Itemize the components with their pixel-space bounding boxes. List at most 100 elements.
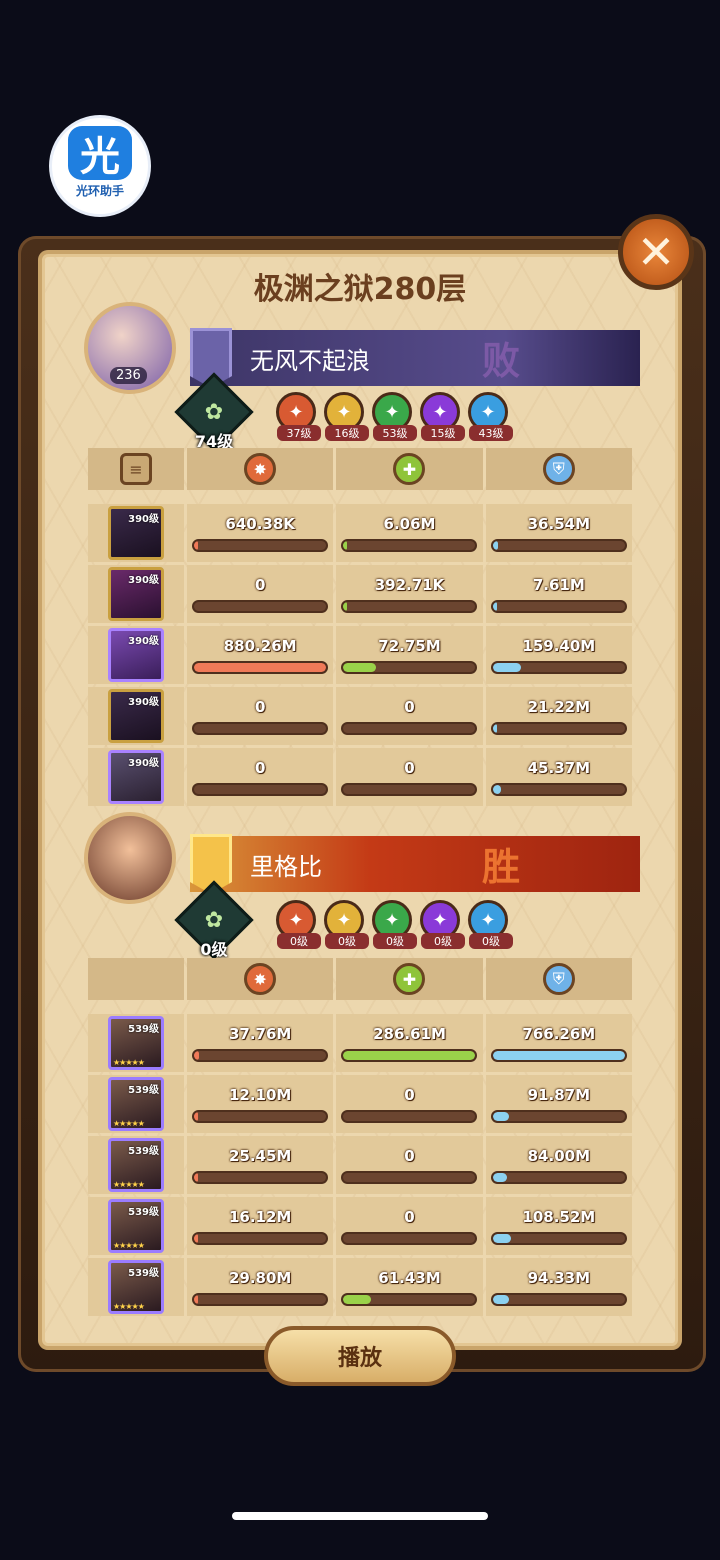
hero-portrait[interactable]: 539级 ★★★★★ xyxy=(108,1138,164,1192)
artifact-level: 0级 xyxy=(469,933,513,949)
tank-cell: 108.52M xyxy=(485,1197,632,1255)
tank-bar-fill xyxy=(492,1111,509,1121)
header-cell: ✚ xyxy=(336,448,483,490)
tank-value: 36.54M xyxy=(527,514,590,533)
damage-bar-fill xyxy=(194,1294,199,1304)
scroll-icon[interactable]: ≡ xyxy=(120,453,152,485)
tank-bar xyxy=(490,721,627,735)
hero-portrait[interactable]: 390级 xyxy=(108,628,164,682)
hero-stars: ★★★★★ xyxy=(113,1119,145,1128)
tank-value: 766.26M xyxy=(522,1024,596,1043)
damage-bar-fill xyxy=(194,1233,199,1243)
tank-cell: 766.26M xyxy=(485,1014,632,1072)
heal-bar-fill xyxy=(343,662,377,672)
heal-bar xyxy=(341,538,478,552)
damage-cell: 0 xyxy=(187,687,334,745)
heal-cell: 0 xyxy=(336,748,483,806)
artifact-level: 0级 xyxy=(277,933,321,949)
team2-artifacts: ✦ 0级 ✦ 0级 ✦ 0级 ✦ 0级 ✦ 0级 xyxy=(276,900,513,950)
tank-value: 45.37M xyxy=(527,758,590,777)
hero-level: 539级 xyxy=(128,1207,159,1218)
tank-bar xyxy=(490,1109,627,1123)
artifact-level: 15级 xyxy=(421,425,465,441)
damage-bar xyxy=(192,1109,329,1123)
heal-bar xyxy=(341,1231,478,1245)
heal-bar xyxy=(341,660,478,674)
team2-avatar[interactable] xyxy=(84,812,176,904)
damage-bar xyxy=(192,1170,329,1184)
hero-portrait[interactable]: 390级 xyxy=(108,689,164,743)
hero-portrait[interactable]: 390级 xyxy=(108,567,164,621)
hero-stars: ★★★★★ xyxy=(113,1180,145,1189)
play-button[interactable]: 播放 xyxy=(264,1326,456,1386)
hero-portrait[interactable]: 539级 ★★★★★ xyxy=(108,1260,164,1314)
home-indicator[interactable] xyxy=(232,1512,488,1520)
table-row: 390级 0 392.71K 7.61M xyxy=(88,565,632,623)
heal-value: 0 xyxy=(404,1146,415,1165)
tank-bar-fill xyxy=(492,1294,509,1304)
artifact-green-icon: ✦ 0级 xyxy=(372,900,417,949)
hero-portrait[interactable]: 539级 ★★★★★ xyxy=(108,1016,164,1070)
tank-value: 91.87M xyxy=(527,1085,590,1104)
heal-cell: 72.75M xyxy=(336,626,483,684)
damage-icon: ✸ xyxy=(244,453,277,485)
team1-banner: 无风不起浪 败 xyxy=(190,328,640,388)
hero-level: 390级 xyxy=(128,636,159,647)
damage-value: 0 xyxy=(254,697,266,716)
team2-stats-table: ✸ ✚ ⛨ 539级 ★★★★★ 37.76M 286.61M 766.26M 5… xyxy=(88,958,632,1319)
damage-bar xyxy=(192,782,329,796)
heal-icon: ✚ xyxy=(393,453,426,485)
artifact-level: 0级 xyxy=(373,933,417,949)
team1-stats-table: ≡ ✸ ✚ ⛨ 390级 640.38K 6.06M 36.54M 390级 0… xyxy=(88,448,632,809)
tank-cell: 45.37M xyxy=(485,748,632,806)
damage-value: 25.45M xyxy=(228,1146,292,1165)
heal-value: 72.75M xyxy=(378,636,441,655)
hero-cell: 539级 ★★★★★ xyxy=(88,1258,184,1316)
heal-cell: 286.61M xyxy=(336,1014,483,1072)
team1-avatar-level: 236 xyxy=(110,367,147,384)
hero-cell: 539级 ★★★★★ xyxy=(88,1197,184,1255)
heal-value: 0 xyxy=(404,758,415,777)
hero-level: 390级 xyxy=(128,575,159,586)
damage-cell: 25.45M xyxy=(187,1136,334,1194)
hero-portrait[interactable]: 390级 xyxy=(108,506,164,560)
damage-value: 16.12M xyxy=(228,1207,292,1226)
heal-value: 0 xyxy=(404,1085,415,1104)
hero-cell: 539级 ★★★★★ xyxy=(88,1014,184,1072)
hero-stars: ★★★★★ xyxy=(113,1058,145,1067)
header-cell: ✚ xyxy=(336,958,483,1000)
damage-value: 0 xyxy=(254,575,266,594)
hero-level: 539级 xyxy=(128,1024,159,1035)
hero-level: 390级 xyxy=(128,514,159,525)
header-cell: ⛨ xyxy=(485,958,632,1000)
damage-bar xyxy=(192,1231,329,1245)
team1-name: 无风不起浪 xyxy=(250,346,370,375)
heal-value: 392.71K xyxy=(374,575,445,594)
hero-portrait[interactable]: 390级 xyxy=(108,750,164,804)
tank-bar xyxy=(490,1048,627,1062)
artifact-level: 43级 xyxy=(469,425,513,441)
damage-bar xyxy=(192,721,329,735)
heal-bar xyxy=(341,1170,478,1184)
team1-avatar[interactable]: 236 xyxy=(84,302,176,394)
hero-cell: 539级 ★★★★★ xyxy=(88,1075,184,1133)
damage-value: 37.76M xyxy=(228,1024,292,1043)
table-header: ✸ ✚ ⛨ xyxy=(88,958,632,1000)
tank-value: 94.33M xyxy=(527,1268,590,1287)
table-row: 539级 ★★★★★ 29.80M 61.43M 94.33M xyxy=(88,1258,632,1316)
app-logo[interactable]: 光 光环助手 xyxy=(52,118,148,214)
hero-level: 539级 xyxy=(128,1268,159,1279)
heal-cell: 61.43M xyxy=(336,1258,483,1316)
hero-portrait[interactable]: 539级 ★★★★★ xyxy=(108,1077,164,1131)
damage-cell: 12.10M xyxy=(187,1075,334,1133)
tank-bar-fill xyxy=(492,540,499,550)
tank-bar-fill xyxy=(492,1172,508,1182)
hero-cell: 539级 ★★★★★ xyxy=(88,1136,184,1194)
heal-cell: 6.06M xyxy=(336,504,483,562)
hero-level: 539级 xyxy=(128,1085,159,1096)
table-header: ≡ ✸ ✚ ⛨ xyxy=(88,448,632,490)
table-row: 390级 640.38K 6.06M 36.54M xyxy=(88,504,632,562)
artifact-gold-icon: ✦ 0级 xyxy=(324,900,369,949)
header-cell: ⛨ xyxy=(485,448,632,490)
hero-portrait[interactable]: 539级 ★★★★★ xyxy=(108,1199,164,1253)
